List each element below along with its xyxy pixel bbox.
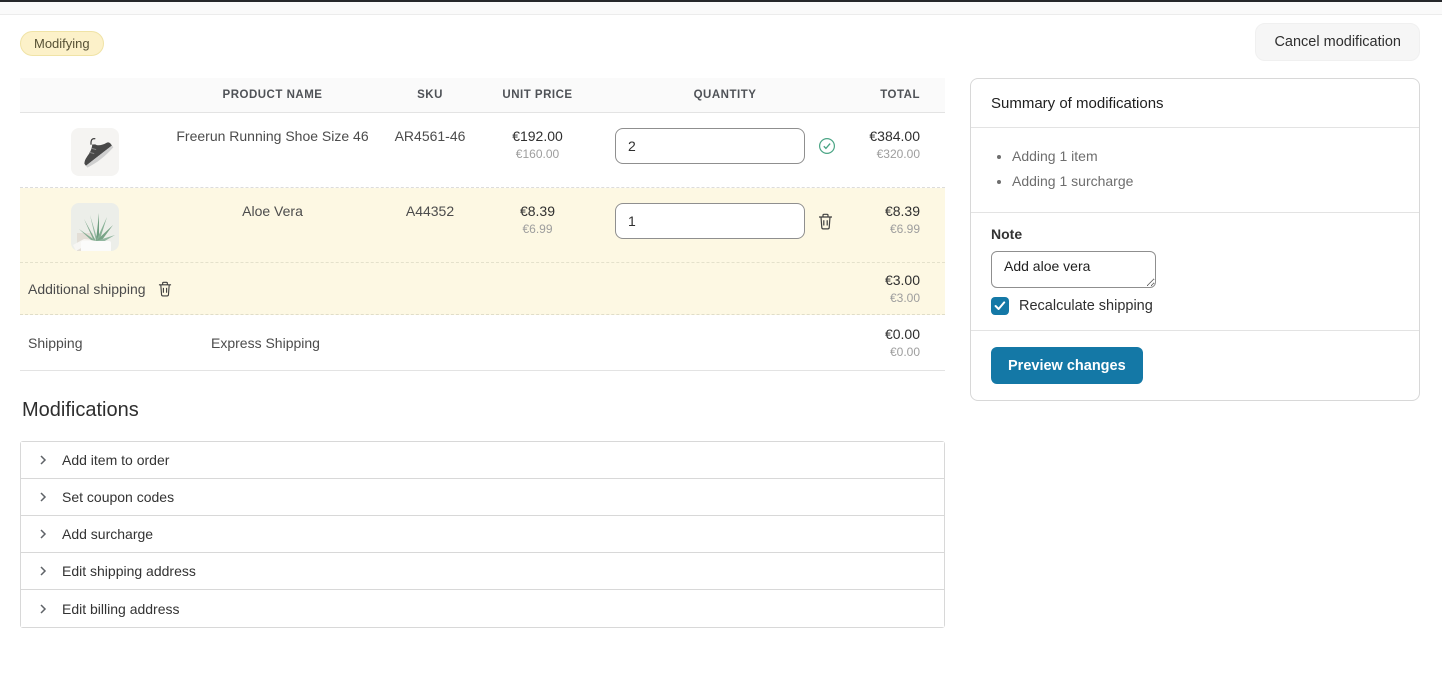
top-bar — [0, 0, 1442, 15]
summary-bullet: Adding 1 item — [1012, 148, 1399, 164]
cancel-modification-button[interactable]: Cancel modification — [1255, 23, 1420, 61]
line-total-original: €6.99 — [860, 222, 920, 236]
accordion-item-label: Edit billing address — [62, 601, 180, 617]
unit-price-original: €160.00 — [485, 147, 590, 161]
accordion-item-label: Add item to order — [62, 452, 169, 468]
chevron-right-icon — [37, 491, 49, 503]
recalculate-shipping-checkbox[interactable] — [991, 297, 1009, 315]
quantity-input[interactable] — [615, 128, 805, 164]
line-total: €8.39 — [860, 203, 920, 219]
accordion-item-edit-billing-address[interactable]: Edit billing address — [21, 590, 944, 627]
shipping-row: Shipping Express Shipping €0.00 €0.00 — [20, 315, 945, 371]
shipping-method: Express Shipping — [211, 335, 320, 351]
product-image-aloe-vera — [71, 203, 119, 251]
remove-item-button[interactable] — [818, 213, 833, 230]
column-header-unit-price: UNIT PRICE — [485, 89, 590, 101]
remove-surcharge-button[interactable] — [158, 281, 172, 297]
note-textarea[interactable]: Add aloe vera — [991, 251, 1156, 288]
surcharge-label: Additional shipping — [28, 281, 146, 297]
chevron-right-icon — [37, 603, 49, 615]
line-total-original: €320.00 — [860, 147, 920, 161]
page-header: Modifying Cancel modification — [20, 23, 1420, 69]
surcharge-total-original: €3.00 — [885, 291, 920, 305]
check-circle-icon — [818, 137, 836, 155]
column-header-total: TOTAL — [860, 89, 945, 101]
surcharge-total: €3.00 — [885, 272, 920, 288]
unit-price-original: €6.99 — [485, 222, 590, 236]
table-row: Freerun Running Shoe Size 46 AR4561-46 €… — [20, 113, 945, 188]
accordion-item-label: Set coupon codes — [62, 489, 174, 505]
unit-price: €192.00 — [485, 128, 590, 144]
accordion-item-add-surcharge[interactable]: Add surcharge — [21, 516, 944, 553]
product-image-running-shoe — [71, 128, 119, 176]
trash-icon — [158, 281, 172, 297]
preview-changes-button[interactable]: Preview changes — [991, 347, 1143, 384]
accordion-item-label: Add surcharge — [62, 526, 153, 542]
product-name: Aloe Vera — [170, 188, 375, 262]
line-total: €384.00 — [860, 128, 920, 144]
shipping-total-original: €0.00 — [885, 345, 920, 359]
column-header-sku: SKU — [375, 89, 485, 101]
summary-title: Summary of modifications — [971, 79, 1419, 128]
accordion-item-edit-shipping-address[interactable]: Edit shipping address — [21, 553, 944, 590]
modifications-title: Modifications — [22, 399, 945, 422]
modifications-accordion: Add item to order Set coupon codes Add s… — [20, 441, 945, 628]
quantity-input[interactable] — [615, 203, 805, 239]
checkmark-icon — [994, 301, 1006, 311]
summary-of-modifications-card: Summary of modifications Adding 1 item A… — [970, 78, 1420, 401]
summary-bullet: Adding 1 surcharge — [1012, 173, 1399, 189]
shipping-total: €0.00 — [885, 326, 920, 342]
table-row-modified: Aloe Vera A44352 €8.39 €6.99 — [20, 188, 945, 263]
column-header-product-name: PRODUCT NAME — [170, 89, 375, 101]
recalculate-shipping-label: Recalculate shipping — [1019, 298, 1153, 314]
chevron-right-icon — [37, 528, 49, 540]
note-label: Note — [991, 226, 1399, 242]
column-header-quantity: QUANTITY — [590, 89, 860, 101]
accordion-item-label: Edit shipping address — [62, 563, 196, 579]
note-section: Note Add aloe vera Recalculate shipping — [971, 213, 1419, 331]
page-content: Modifying Cancel modification PRODUCT NA… — [0, 15, 1442, 628]
status-badge: Modifying — [20, 31, 104, 56]
table-header-row: PRODUCT NAME SKU UNIT PRICE QUANTITY TOT… — [20, 78, 945, 113]
accordion-item-add-item-to-order[interactable]: Add item to order — [21, 442, 944, 479]
chevron-right-icon — [37, 454, 49, 466]
product-name: Freerun Running Shoe Size 46 — [170, 113, 375, 187]
product-sku: A44352 — [375, 188, 485, 262]
chevron-right-icon — [37, 565, 49, 577]
trash-icon — [818, 213, 833, 230]
product-sku: AR4561-46 — [375, 113, 485, 187]
shipping-label: Shipping — [28, 335, 83, 351]
order-items-table: PRODUCT NAME SKU UNIT PRICE QUANTITY TOT… — [20, 78, 945, 371]
surcharge-row: Additional shipping €3.00 €3.00 — [20, 263, 945, 315]
unit-price: €8.39 — [485, 203, 590, 219]
summary-bullet-list: Adding 1 item Adding 1 surcharge — [971, 128, 1419, 213]
accordion-item-set-coupon-codes[interactable]: Set coupon codes — [21, 479, 944, 516]
